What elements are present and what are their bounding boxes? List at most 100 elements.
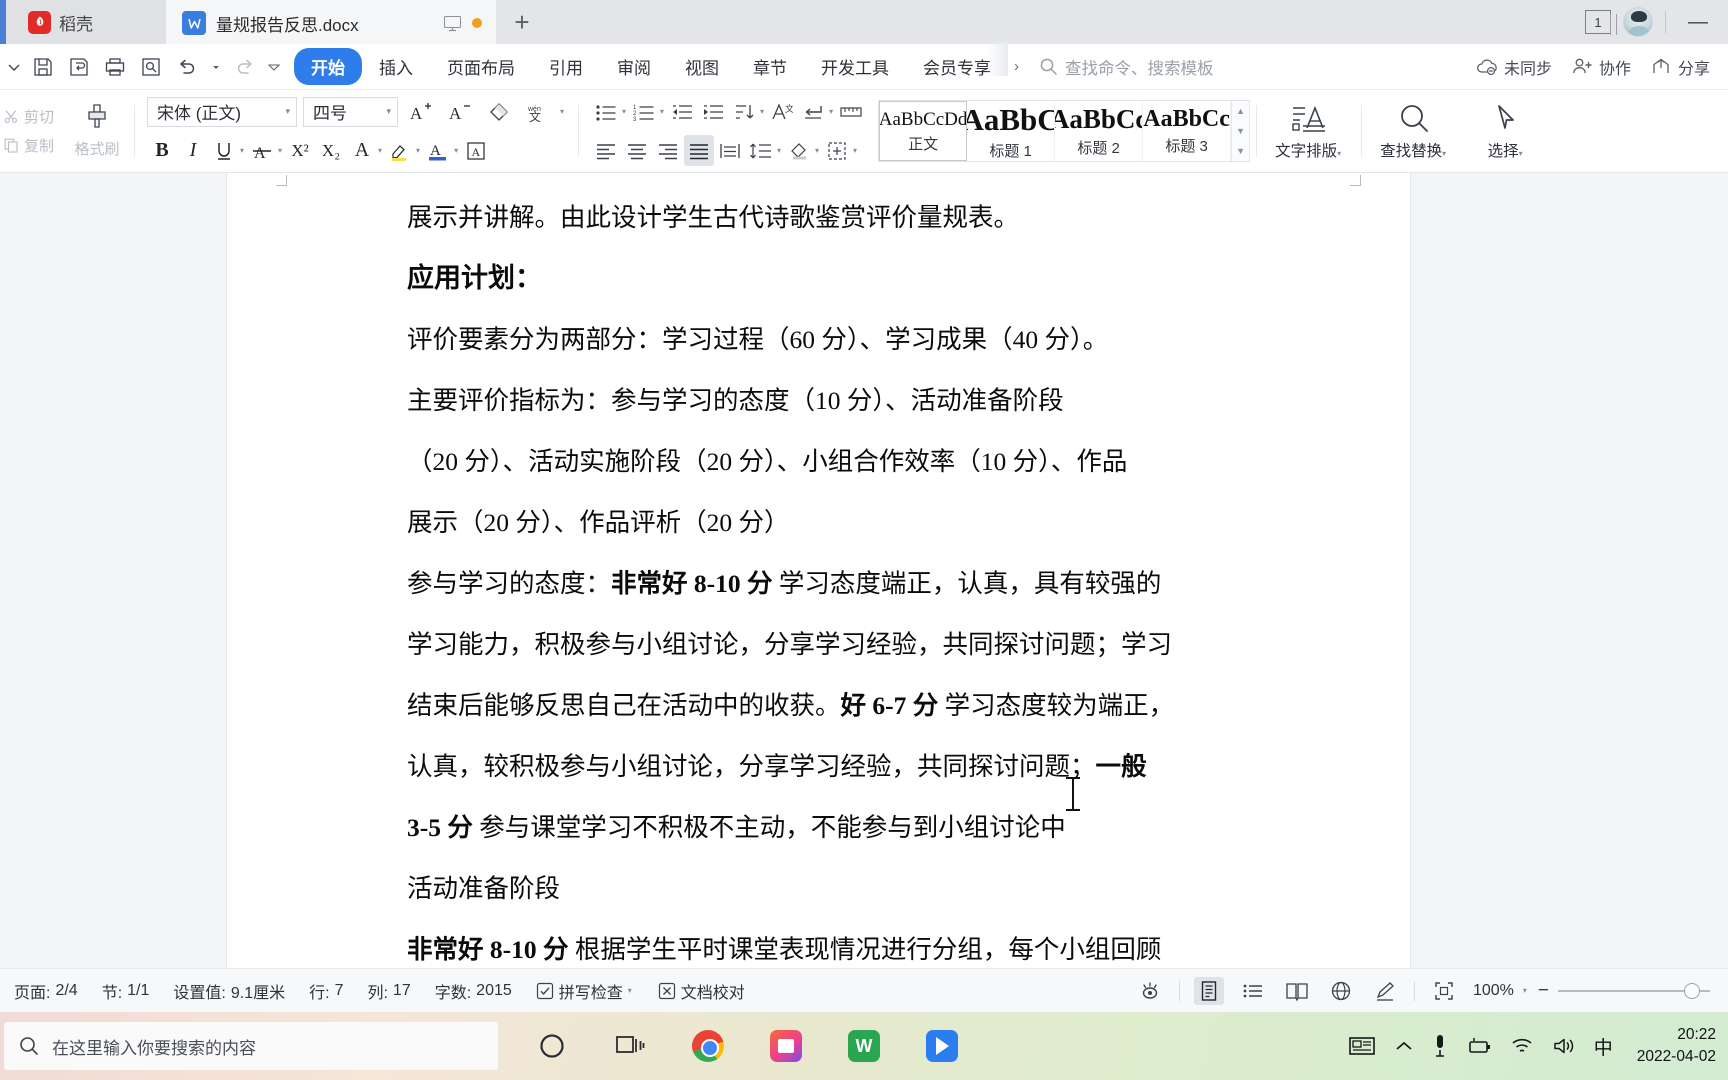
increase-indent-icon[interactable] [698,96,728,127]
command-search[interactable]: 查找命令、搜索模板 [1039,55,1214,79]
status-proofread[interactable]: 文档校对 [658,979,745,1003]
document-tab[interactable]: 量规报告反思.docx [166,0,496,44]
zoom-control[interactable]: 100% ▾ − [1473,980,1714,1002]
line-break-dropdown-icon[interactable]: ▾ [829,107,835,116]
reading-view-icon[interactable] [1282,977,1312,1005]
spellcheck-dropdown-icon[interactable]: ▾ [628,986,634,995]
style-heading-3[interactable]: AaBbCc 标题 3 [1143,101,1232,161]
text-typeset-button[interactable]: 文字排版▾ [1263,102,1355,161]
document-page[interactable]: 展示并讲解。由此设计学生古代诗歌鉴赏评价量规表。 应用计划： 评价要素分为两部分… [227,173,1410,968]
undo-icon[interactable] [170,50,204,84]
sort-icon[interactable] [729,96,759,127]
numbered-list-icon[interactable]: 123 [629,96,659,127]
line-spacing-icon[interactable] [746,135,776,166]
wps-cloud-icon[interactable] [764,1024,808,1068]
sort-dropdown-icon[interactable]: ▾ [760,107,766,116]
text-effects-button[interactable]: A [347,135,377,166]
align-left-icon[interactable] [591,135,621,166]
justify-icon[interactable] [684,135,715,166]
strikethrough-dropdown-icon[interactable]: ▾ [278,146,284,155]
save-as-icon[interactable] [62,50,96,84]
strikethrough-button[interactable]: A [247,135,277,166]
document-text[interactable]: 展示并讲解。由此设计学生古代诗歌鉴赏评价量规表。 应用计划： 评价要素分为两部分… [407,187,1354,968]
select-button[interactable]: 选择▾ [1460,102,1552,161]
text-effects-dropdown-icon[interactable]: ▾ [378,146,384,155]
align-center-icon[interactable] [622,135,652,166]
line-spacing-dropdown-icon[interactable]: ▾ [777,146,783,155]
battery-icon[interactable] [1466,1036,1492,1056]
status-page[interactable]: 页面: 2/4 [14,979,78,1003]
decrease-indent-icon[interactable] [667,96,697,127]
news-weather-icon[interactable] [1348,1034,1376,1058]
microphone-icon[interactable] [1432,1033,1448,1059]
clear-format-icon[interactable] [482,96,515,127]
highlight-color-icon[interactable] [385,135,415,166]
bullet-list-icon[interactable] [591,96,621,127]
bold-button[interactable]: B [147,135,177,166]
docer-button[interactable]: 稻壳 [6,0,166,44]
sync-status-button[interactable]: 未同步 [1476,55,1552,79]
zoom-slider-knob[interactable] [1684,982,1700,999]
borders-dropdown-icon[interactable]: ▾ [853,146,859,155]
shading-icon[interactable] [784,135,814,166]
borders-icon[interactable] [822,135,852,166]
grow-font-button[interactable]: A [404,96,437,127]
character-border-icon[interactable]: A [461,135,491,166]
font-name-input[interactable]: 宋体 (正文) ▾ [147,96,297,127]
taskbar-clock[interactable]: 20:22 2022-04-02 [1631,1024,1716,1069]
style-heading-2[interactable]: AaBbCc 标题 2 [1055,101,1144,161]
task-view-icon[interactable] [608,1024,652,1068]
status-word-count[interactable]: 字数: 2015 [435,979,512,1003]
page-count-indicator[interactable]: 1 [1585,10,1617,35]
print-preview-icon[interactable] [134,50,168,84]
wifi-icon[interactable] [1510,1036,1534,1056]
numbered-dropdown-icon[interactable]: ▾ [660,107,666,116]
undo-dropdown-icon[interactable] [206,50,226,84]
tab-references[interactable]: 引用 [532,48,600,85]
dingtalk-icon[interactable] [920,1024,964,1068]
distribute-icon[interactable] [715,135,745,166]
cut-button[interactable]: 剪切 [4,106,66,127]
font-size-input[interactable]: 四号 ▾ [303,96,398,127]
tab-page-layout[interactable]: 页面布局 [430,48,532,85]
gallery-expand-icon[interactable]: ▼ [1236,146,1245,156]
zoom-dropdown-icon[interactable]: ▾ [1523,986,1529,995]
customize-qat-icon[interactable] [264,50,284,84]
tab-view[interactable]: 视图 [668,48,736,85]
style-normal[interactable]: AaBbCcDd 正文 [879,101,968,161]
vertical-scrollbar[interactable] [1714,173,1728,968]
superscript-button[interactable]: X² [285,135,315,166]
cortana-icon[interactable] [530,1024,574,1068]
collaborate-button[interactable]: 协作 [1572,55,1631,79]
style-gallery-scroll[interactable]: ▲ ▼ ▼ [1231,101,1250,161]
status-row[interactable]: 行: 7 [309,979,343,1003]
tab-developer-tools[interactable]: 开发工具 [804,48,906,85]
edit-mode-icon[interactable] [1370,977,1400,1005]
tab-overflow-chevron-icon[interactable]: › [1008,58,1025,75]
wps-writer-icon[interactable]: W [842,1024,886,1068]
status-spellcheck[interactable]: 拼写检查 ▾ [536,979,634,1003]
share-button[interactable]: 分享 [1651,55,1710,79]
status-setting[interactable]: 设置值: 9.1厘米 [173,979,285,1003]
expand-ribbon-chevron-icon[interactable] [4,50,24,84]
bullet-dropdown-icon[interactable]: ▾ [622,107,628,116]
avatar[interactable] [1623,7,1653,37]
outline-view-icon[interactable] [1238,977,1268,1005]
tab-start[interactable]: 开始 [294,48,362,85]
show-hidden-icons-chevron-icon[interactable] [1394,1039,1414,1053]
style-heading-1[interactable]: AaBbC 标题 1 [967,101,1056,161]
save-icon[interactable] [26,50,60,84]
tab-sections[interactable]: 章节 [736,48,804,85]
chrome-icon[interactable] [686,1024,730,1068]
page-view-icon[interactable] [1193,976,1224,1005]
zoom-value[interactable]: 100% [1473,982,1514,1000]
tab-review[interactable]: 审阅 [600,48,668,85]
web-view-icon[interactable] [1326,977,1356,1005]
shrink-font-button[interactable]: A [443,96,476,127]
new-tab-button[interactable]: + [496,0,548,44]
chevron-down-icon[interactable]: ▾ [386,106,391,117]
pinyin-guide-icon[interactable]: wén 文 [521,96,554,127]
document-canvas[interactable]: 展示并讲解。由此设计学生古代诗歌鉴赏评价量规表。 应用计划： 评价要素分为两部分… [0,173,1728,968]
ime-indicator[interactable]: 中 [1594,1033,1613,1060]
ruler-icon[interactable] [836,96,866,127]
